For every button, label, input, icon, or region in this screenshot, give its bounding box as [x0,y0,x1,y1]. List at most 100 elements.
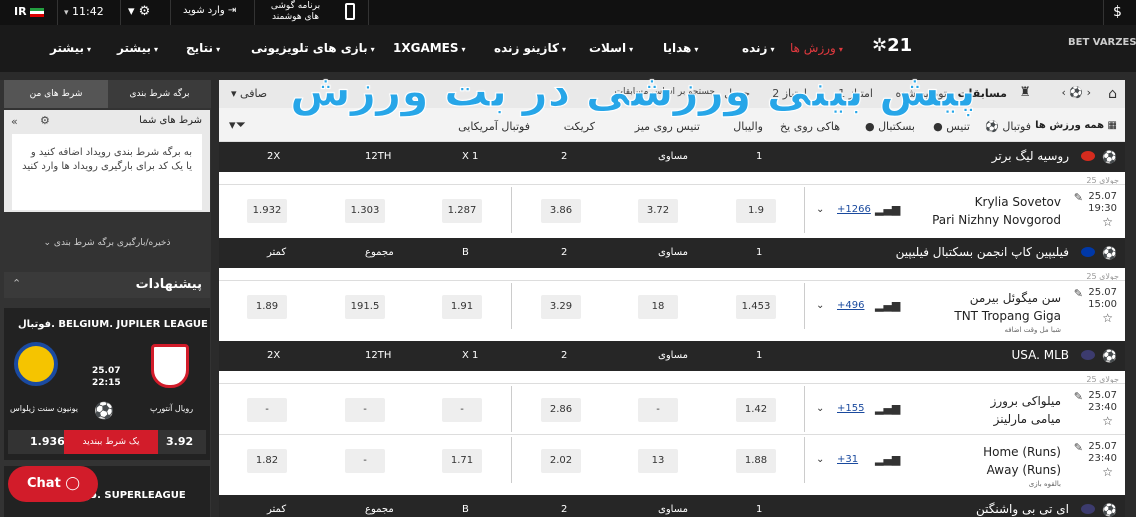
odds-cell[interactable]: 1.91 [442,295,482,319]
nav-1xgames[interactable]: ▾1XGAMES [393,41,466,55]
tab-my-bets[interactable]: شرط های من [4,80,108,108]
place-bet-button[interactable]: یک شرط ببندید [64,430,158,454]
odds-cell[interactable]: 191.5 [345,295,385,319]
nav-results[interactable]: ▾نتایج [186,41,220,55]
nav-live[interactable]: ▾زنده [742,41,774,55]
favorite-star-icon[interactable]: ☆ [1102,311,1113,325]
pin-icon[interactable]: ✎ [1074,191,1083,204]
more-markets-link[interactable]: +1266 [837,204,871,215]
nav-slots[interactable]: ▾اسلات [589,41,633,55]
nav-more-2[interactable]: ▾بیشتر [50,41,91,55]
team2-name[interactable]: Pari Nizhny Novgorod [932,213,1061,227]
settings-icon[interactable]: ▾ ⚙ [128,4,150,19]
nav-promos[interactable]: ▾هدایا [663,41,698,55]
team2-name[interactable]: میامی مارلینز [994,412,1061,426]
odds-cell[interactable]: 3.86 [541,199,581,223]
promo-odd2[interactable]: 1.936 [30,435,65,448]
odds-cell[interactable]: 1.287 [442,199,482,223]
nav-tv-games[interactable]: ▾بازی های تلویزیونی [251,41,375,55]
odds-cell[interactable]: 1.453 [736,295,776,319]
odds-cell[interactable]: - [345,398,385,422]
team1-name[interactable]: سن میگوئل بیرمن [970,291,1061,305]
chevron-down-icon[interactable]: ⌄ [816,204,824,215]
event-date: 25.07 [1088,191,1117,202]
favorite-star-icon[interactable]: ☆ [1102,215,1113,229]
favorite-star-icon[interactable]: ☆ [1102,465,1113,479]
nav-live-casino[interactable]: ▾کازینو زنده [494,41,566,55]
chat-button[interactable]: Chat ◯ [8,466,98,502]
odds-cell[interactable]: 1.71 [442,449,482,473]
football-icon[interactable]: ‹ ⚽ › [1062,86,1092,99]
chevron-down-icon[interactable]: ⌄ [816,403,824,414]
currency-button[interactable]: $ [1113,4,1122,20]
chevron-down-icon[interactable]: ⌄ [816,300,824,311]
filter-icon[interactable]: ▾⏷ [229,118,246,133]
nav-more-1[interactable]: ▾بیشتر [117,41,158,55]
language-selector[interactable]: IR [14,5,45,18]
tab-tennis[interactable]: تنیس ● [933,120,970,133]
filter-toggle[interactable]: ▾ صافی [231,87,267,100]
stats-icon[interactable]: ▂▄▆ [875,203,900,216]
pin-icon[interactable]: ✎ [1074,390,1083,403]
more-markets-link[interactable]: +496 [837,300,864,311]
gear-icon[interactable]: ⚙ [40,114,50,127]
odds-cell[interactable]: 1.42 [736,398,776,422]
tab-all-sports[interactable]: همه ورزش ها ▦ [1035,120,1117,131]
trophy-icon[interactable]: ♜ [1019,85,1031,100]
promo-card[interactable]: فوتبال. BELGIUM. JUPILER LEAGUE 25.07 22… [4,308,210,460]
favorite-star-icon[interactable]: ☆ [1102,414,1113,428]
odds-cell[interactable]: 1.82 [247,449,287,473]
odds-cell[interactable]: 2.02 [541,449,581,473]
team1-name[interactable]: Krylia Sovetov [975,195,1061,209]
odds-cell[interactable]: 13 [638,449,678,473]
logo[interactable]: ✓BET VARZESH [1068,37,1136,48]
odds-cell[interactable]: 1.9 [736,199,776,223]
clock: ▾ 11:42 [64,5,104,18]
odds-cell[interactable]: 1.89 [247,295,287,319]
tab-basketball[interactable]: بسکتبال ● [865,120,915,133]
team1-name[interactable]: میلواکی برورز [991,394,1061,408]
more-markets-link[interactable]: +31 [837,454,858,465]
odds-cell[interactable]: 18 [638,295,678,319]
odds-cell[interactable]: 1.932 [247,199,287,223]
league-sport-icon: ⚽ [1102,349,1117,363]
tab-table-tennis[interactable]: تنیس روی میز [635,120,700,133]
pin-icon[interactable]: ✎ [1074,441,1083,454]
promo-team1: رویال آنتورپ [150,404,194,413]
login-button[interactable]: وارد شوید ⇥ [183,5,236,16]
nav-sports[interactable]: ▾ورزش ها [790,41,843,55]
odds-cell[interactable]: - [247,398,287,422]
more-markets-link[interactable]: +155 [837,403,864,414]
tab-volleyball[interactable]: والیبال [733,120,763,133]
stats-icon[interactable]: ▂▄▆ [875,402,900,415]
odds-cell[interactable]: 3.72 [638,199,678,223]
tab-american-football[interactable]: فوتبال آمریکایی [458,120,530,133]
antwerp-logo [151,344,189,388]
pin-icon[interactable]: ✎ [1074,287,1083,300]
tab-cricket[interactable]: کریکت [564,120,595,133]
chevron-up-icon[interactable]: ⌃ [12,277,21,290]
chevron-down-icon[interactable]: ⌄ [816,454,824,465]
league-sport-icon: ⚽ [1102,246,1117,260]
save-load-button[interactable]: ⌄ ذخیره/بارگیری برگه شرط بندی [4,238,210,248]
odds-cell[interactable]: 2.86 [541,398,581,422]
stats-icon[interactable]: ▂▄▆ [875,299,900,312]
odds-cell[interactable]: - [442,398,482,422]
event-date: 25.07 [1088,441,1117,452]
team1-name[interactable]: Home (Runs) [983,445,1061,459]
odds-cell[interactable]: - [345,449,385,473]
stats-icon[interactable]: ▂▄▆ [875,453,900,466]
mobile-app-link[interactable]: برنامه گوشی های هوشمند [263,1,328,23]
odds-cell[interactable]: 1.303 [345,199,385,223]
tab-football[interactable]: فوتبال ⚽ [985,120,1031,133]
promo-odd1[interactable]: 3.92 [166,435,193,448]
team2-name[interactable]: Away (Runs) [987,463,1061,477]
tab-ice-hockey[interactable]: هاکی روی یخ [780,120,840,133]
odds-cell[interactable]: 1.88 [736,449,776,473]
odds-cell[interactable]: 3.29 [541,295,581,319]
odds-cell[interactable]: - [638,398,678,422]
team2-name[interactable]: TNT Tropang Giga [954,309,1061,323]
tab-bet-slip[interactable]: برگه شرط بندی [108,80,211,108]
collapse-icon[interactable]: « [11,115,18,128]
home-icon[interactable]: ⌂ [1108,86,1117,102]
